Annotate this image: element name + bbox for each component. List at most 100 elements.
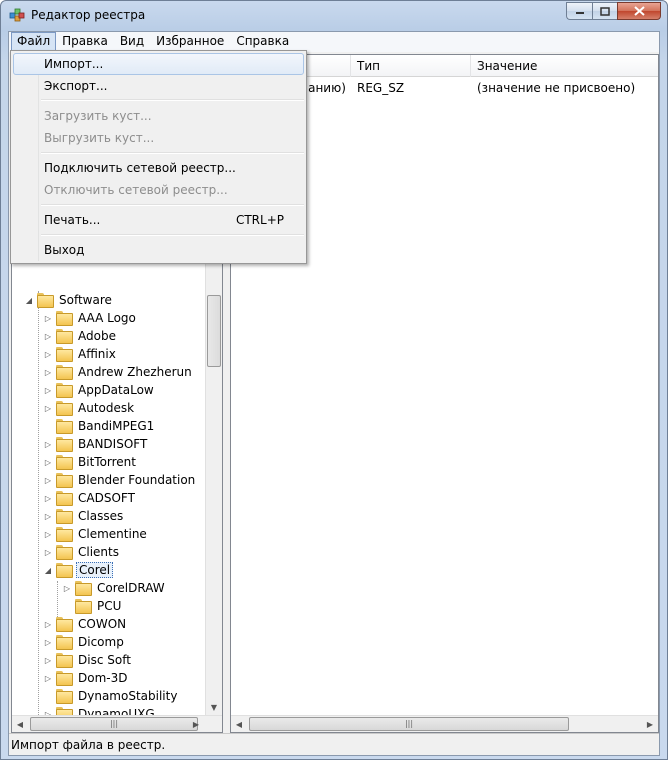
scroll-thumb[interactable]: ||| — [30, 717, 198, 731]
scroll-right-icon[interactable]: ▶ — [642, 716, 658, 732]
scroll-left-icon[interactable]: ◀ — [231, 716, 247, 732]
tree-node-corel[interactable]: ◢ Corel — [43, 561, 114, 579]
expand-icon[interactable]: ▷ — [43, 349, 53, 359]
tree-node[interactable]: ▷ COWON — [43, 615, 128, 633]
tree-node[interactable]: ▷ AAA Logo — [43, 309, 138, 327]
folder-icon — [56, 689, 73, 704]
tree-node-label: Disc Soft — [78, 653, 131, 667]
tree-node-label: CorelDRAW — [97, 581, 165, 595]
close-button[interactable] — [617, 2, 661, 20]
folder-icon — [56, 311, 73, 326]
tree-node-software[interactable]: ◢ Software — [24, 291, 114, 309]
collapse-icon[interactable]: ◢ — [24, 295, 34, 305]
print-shortcut: CTRL+P — [235, 213, 284, 227]
status-bar: Импорт файла в реестр. — [9, 733, 659, 755]
menu-view[interactable]: Вид — [114, 32, 150, 51]
expand-icon[interactable]: ▷ — [43, 331, 53, 341]
expand-icon[interactable]: ▷ — [43, 655, 53, 665]
scroll-left-icon[interactable]: ◀ — [12, 716, 28, 732]
maximize-button[interactable] — [592, 2, 617, 20]
tree-node[interactable]: DynamoStability — [43, 687, 179, 705]
menu-separator — [41, 234, 304, 236]
tree-node[interactable]: ▷ Clementine — [43, 525, 149, 543]
folder-icon — [56, 473, 73, 488]
menu-favorites[interactable]: Избранное — [150, 32, 230, 51]
folder-icon — [56, 437, 73, 452]
minimize-button[interactable] — [566, 2, 592, 20]
tree-node-label: Software — [59, 293, 112, 307]
expand-icon[interactable]: ▷ — [43, 367, 53, 377]
menu-separator — [41, 99, 304, 101]
tree-node[interactable]: ▷ Andrew Zhezherun — [43, 363, 194, 381]
column-header-type[interactable]: Тип — [351, 55, 471, 77]
minimize-icon — [575, 12, 584, 14]
tree-node-label: Classes — [78, 509, 124, 523]
expand-icon[interactable]: ▷ — [43, 511, 53, 521]
menu-item-print[interactable]: Печать... CTRL+P — [13, 209, 304, 231]
tree-node[interactable]: ▷ Blender Foundation — [43, 471, 197, 489]
menu-help[interactable]: Справка — [230, 32, 295, 51]
expand-icon[interactable]: ▷ — [43, 637, 53, 647]
tree-node-label: BitTorrent — [78, 455, 136, 469]
scroll-down-icon[interactable]: ▼ — [206, 699, 222, 715]
expand-icon[interactable]: ▷ — [43, 439, 53, 449]
scroll-thumb[interactable] — [207, 295, 221, 367]
tree-node[interactable]: ▷ Disc Soft — [43, 651, 133, 669]
tree-node[interactable]: ▷ CorelDRAW — [62, 579, 167, 597]
tree-node[interactable]: ▷ Affinix — [43, 345, 118, 363]
tree-node[interactable]: ▷ CADSOFT — [43, 489, 137, 507]
tree-node[interactable]: ▷ Classes — [43, 507, 125, 525]
expand-icon[interactable]: ▷ — [43, 619, 53, 629]
registry-editor-window: Редактор реестра Файл Правка Вид Избранн… — [0, 0, 668, 760]
expand-icon[interactable]: ▷ — [62, 583, 72, 593]
expand-icon[interactable]: ▷ — [43, 673, 53, 683]
menu-file[interactable]: Файл — [11, 32, 57, 51]
tree-node-label: Dicomp — [78, 635, 124, 649]
tree-node[interactable]: ▷ AppDataLow — [43, 381, 156, 399]
tree-node[interactable]: ▷ BANDISOFT — [43, 435, 149, 453]
menu-item-export[interactable]: Экспорт... — [13, 75, 304, 97]
menu-item-connect-network-registry[interactable]: Подключить сетевой реестр... — [13, 157, 304, 179]
list-horizontal-scrollbar[interactable]: ◀ ||| ▶ — [231, 715, 658, 732]
expand-icon[interactable]: ▷ — [43, 385, 53, 395]
tree-node[interactable]: ▷ Adobe — [43, 327, 118, 345]
tree-node-label: CADSOFT — [78, 491, 135, 505]
status-text: Импорт файла в реестр. — [11, 738, 166, 752]
folder-icon — [56, 401, 73, 416]
menu-item-import[interactable]: Импорт... — [13, 53, 304, 75]
tree-node[interactable]: ▷ Dom-3D — [43, 669, 129, 687]
expand-icon[interactable]: ▷ — [43, 475, 53, 485]
expand-icon[interactable]: ▷ — [43, 529, 53, 539]
tree-node-label: DynamoStability — [78, 689, 178, 703]
menu-edit[interactable]: Правка — [56, 32, 114, 51]
menu-item-exit[interactable]: Выход — [13, 239, 304, 261]
menu-bar: Файл Правка Вид Избранное Справка — [9, 32, 659, 52]
tree-node-label: BANDISOFT — [78, 437, 148, 451]
expand-icon[interactable]: ▷ — [43, 403, 53, 413]
title-bar[interactable]: Редактор реестра — [1, 1, 667, 31]
menu-item-print-label: Печать... — [44, 213, 101, 227]
expand-icon[interactable]: ▷ — [43, 457, 53, 467]
value-name: чанию) — [301, 81, 346, 95]
expand-icon[interactable]: ▷ — [43, 547, 53, 557]
close-icon — [633, 6, 645, 16]
tree-node[interactable]: ▷ Autodesk — [43, 399, 136, 417]
column-header-value[interactable]: Значение — [471, 55, 658, 77]
registry-editor-icon — [9, 8, 25, 22]
expand-icon[interactable]: ▷ — [43, 493, 53, 503]
collapse-icon[interactable]: ◢ — [43, 565, 53, 575]
tree-node[interactable]: ▷ Dicomp — [43, 633, 126, 651]
tree-node[interactable]: BandiMPEG1 — [43, 417, 156, 435]
folder-icon — [56, 671, 73, 686]
scroll-right-icon[interactable]: ▶ — [188, 716, 204, 732]
tree-node[interactable]: ▷ Clients — [43, 543, 121, 561]
tree-node-label: Adobe — [78, 329, 116, 343]
tree-node-label: Andrew Zhezherun — [78, 365, 192, 379]
scroll-thumb[interactable]: ||| — [249, 717, 569, 731]
tree-node[interactable]: PCU — [62, 597, 123, 615]
tree-horizontal-scrollbar[interactable]: ◀ ||| ▶ — [12, 715, 222, 732]
tree-node[interactable]: ▷ BitTorrent — [43, 453, 138, 471]
tree-node-label: Autodesk — [78, 401, 135, 415]
tree-connector — [38, 291, 39, 731]
expand-icon[interactable]: ▷ — [43, 313, 53, 323]
